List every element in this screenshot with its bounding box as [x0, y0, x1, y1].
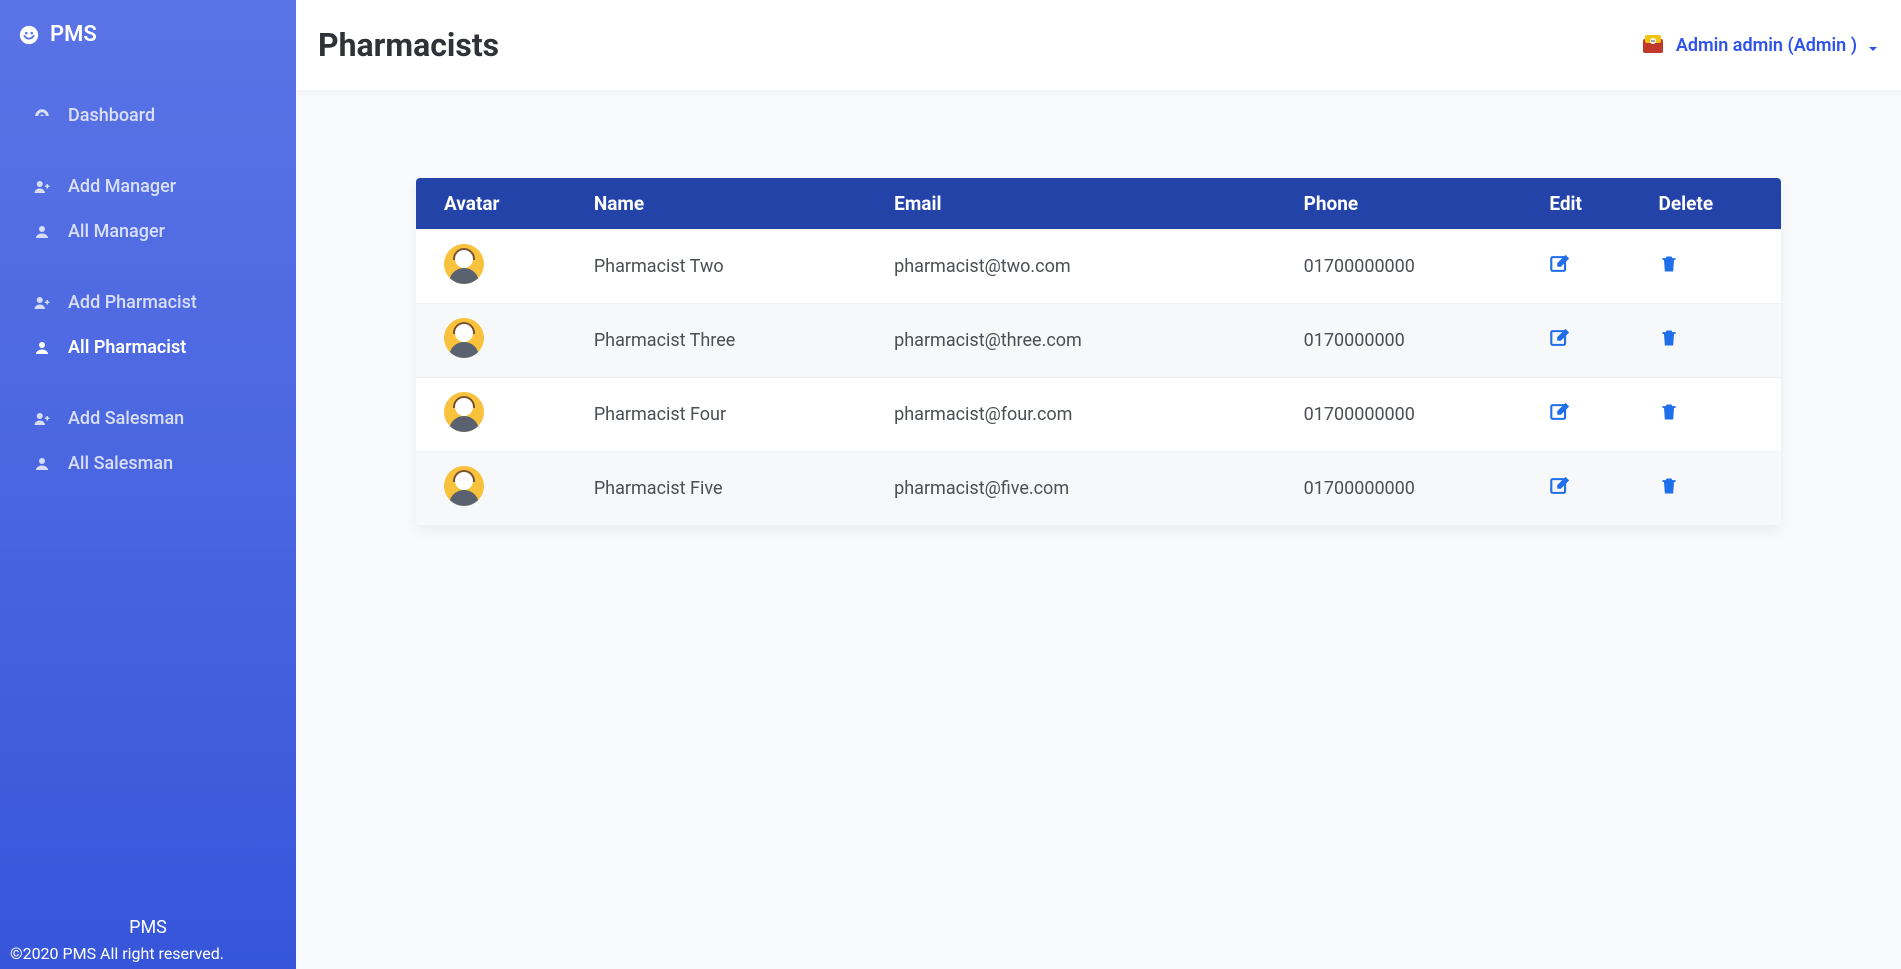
sidebar-item-label: Dashboard	[68, 105, 155, 126]
trash-icon[interactable]	[1659, 327, 1681, 349]
sidebar-item-add-manager[interactable]: Add Manager	[0, 164, 296, 209]
page-title: Pharmacists	[318, 26, 499, 64]
cell-phone: 01700000000	[1290, 230, 1536, 304]
edit-icon[interactable]	[1549, 253, 1571, 275]
cell-name: Pharmacist Five	[580, 452, 880, 526]
sidebar-item-all-pharmacist[interactable]: All Pharmacist	[0, 325, 296, 370]
cell-email: pharmacist@four.com	[880, 378, 1290, 452]
sidebar-item-label: Add Salesman	[68, 408, 184, 429]
user-plus-icon	[32, 293, 52, 313]
column-header-avatar: Avatar	[416, 178, 580, 230]
user-menu-label: Admin admin (Admin )	[1676, 35, 1857, 56]
cell-avatar	[416, 230, 580, 304]
cell-avatar	[416, 378, 580, 452]
sidebar-item-dashboard[interactable]: Dashboard	[0, 93, 296, 138]
column-header-edit: Edit	[1535, 178, 1644, 230]
dashboard-icon	[32, 106, 52, 126]
sidebar-item-label: Add Manager	[68, 176, 176, 197]
user-plus-icon	[32, 409, 52, 429]
pharmacists-table-card: Avatar Name Email Phone Edit Delete Phar…	[416, 178, 1781, 525]
cell-edit	[1535, 378, 1644, 452]
sidebar: PMS Dashboard Add Manager	[0, 0, 296, 969]
brand-label: PMS	[50, 22, 97, 47]
cell-edit	[1535, 452, 1644, 526]
edit-icon[interactable]	[1549, 401, 1571, 423]
table-row: Pharmacist Twopharmacist@two.com01700000…	[416, 230, 1781, 304]
cell-phone: 01700000000	[1290, 452, 1536, 526]
brand-icon	[18, 24, 40, 46]
cell-name: Pharmacist Four	[580, 378, 880, 452]
footer-copyright: ©2020 PMS All right reserved.	[8, 944, 288, 963]
pharmacists-table: Avatar Name Email Phone Edit Delete Phar…	[416, 178, 1781, 525]
avatar	[444, 466, 484, 506]
cell-delete	[1645, 304, 1782, 378]
sidebar-item-all-salesman[interactable]: All Salesman	[0, 441, 296, 486]
user-plus-icon	[32, 177, 52, 197]
edit-icon[interactable]	[1549, 475, 1571, 497]
table-row: Pharmacist Fourpharmacist@four.com017000…	[416, 378, 1781, 452]
sidebar-item-add-pharmacist[interactable]: Add Pharmacist	[0, 280, 296, 325]
trash-icon[interactable]	[1659, 253, 1681, 275]
cell-edit	[1535, 230, 1644, 304]
header: Pharmacists Admin admin (Admin )	[296, 0, 1901, 90]
brand[interactable]: PMS	[0, 0, 296, 61]
avatar	[444, 318, 484, 358]
sidebar-item-label: Add Pharmacist	[68, 292, 197, 313]
cell-avatar	[416, 452, 580, 526]
table-row: Pharmacist Fivepharmacist@five.com017000…	[416, 452, 1781, 526]
column-header-email: Email	[880, 178, 1290, 230]
chevron-down-icon	[1867, 39, 1879, 51]
trash-icon[interactable]	[1659, 401, 1681, 423]
cell-email: pharmacist@two.com	[880, 230, 1290, 304]
user-menu[interactable]: Admin admin (Admin )	[1640, 33, 1879, 57]
cell-phone: 01700000000	[1290, 378, 1536, 452]
table-row: Pharmacist Threepharmacist@three.com0170…	[416, 304, 1781, 378]
cell-avatar	[416, 304, 580, 378]
cell-name: Pharmacist Two	[580, 230, 880, 304]
cell-email: pharmacist@three.com	[880, 304, 1290, 378]
cell-delete	[1645, 378, 1782, 452]
edit-icon[interactable]	[1549, 327, 1571, 349]
cell-delete	[1645, 452, 1782, 526]
cell-edit	[1535, 304, 1644, 378]
sidebar-item-add-salesman[interactable]: Add Salesman	[0, 396, 296, 441]
main: Pharmacists Admin admin (Admin ) Avatar …	[296, 0, 1901, 969]
avatar	[444, 244, 484, 284]
sidebar-item-label: All Pharmacist	[68, 337, 186, 358]
user-icon	[32, 338, 52, 358]
user-icon	[32, 454, 52, 474]
trash-icon[interactable]	[1659, 475, 1681, 497]
column-header-phone: Phone	[1290, 178, 1536, 230]
cell-delete	[1645, 230, 1782, 304]
cell-email: pharmacist@five.com	[880, 452, 1290, 526]
sidebar-footer: PMS ©2020 PMS All right reserved.	[0, 907, 296, 969]
cell-phone: 0170000000	[1290, 304, 1536, 378]
avatar	[444, 392, 484, 432]
sidebar-item-all-manager[interactable]: All Manager	[0, 209, 296, 254]
sidebar-item-label: All Manager	[68, 221, 165, 242]
sidebar-item-label: All Salesman	[68, 453, 173, 474]
user-icon	[32, 222, 52, 242]
footer-brand: PMS	[8, 917, 288, 938]
content: Avatar Name Email Phone Edit Delete Phar…	[296, 98, 1901, 565]
sidebar-nav: Dashboard Add Manager All Manager	[0, 61, 296, 486]
column-header-name: Name	[580, 178, 880, 230]
cell-name: Pharmacist Three	[580, 304, 880, 378]
user-avatar-icon	[1640, 33, 1666, 57]
column-header-delete: Delete	[1645, 178, 1782, 230]
